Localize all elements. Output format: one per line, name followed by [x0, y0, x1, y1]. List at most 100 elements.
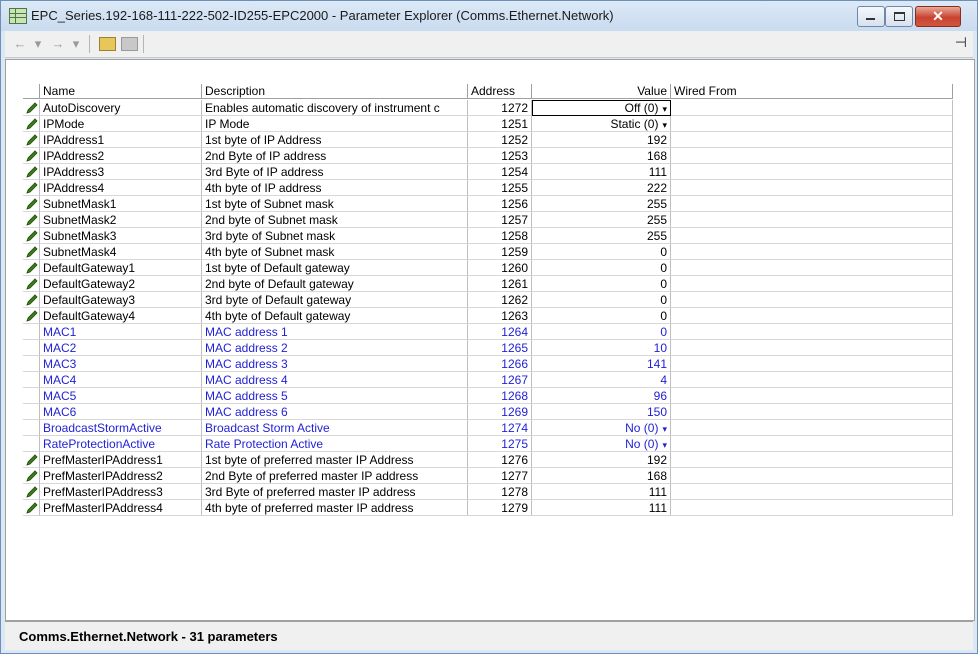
dropdown-arrow-icon[interactable]: ▾	[662, 424, 667, 434]
parameter-description[interactable]: Broadcast Storm Active	[202, 420, 468, 436]
dropdown-arrow-icon[interactable]: ▾	[662, 104, 667, 114]
wired-from-cell[interactable]	[671, 292, 953, 308]
parameter-address[interactable]: 1260	[468, 260, 532, 276]
parameter-description[interactable]: 2nd byte of Default gateway	[202, 276, 468, 292]
wired-from-cell[interactable]	[671, 164, 953, 180]
table-row[interactable]: SubnetMask3 3rd byte of Subnet mask 1258 25…	[23, 228, 953, 244]
parameter-name[interactable]: SubnetMask1	[40, 196, 202, 212]
table-row[interactable]: DefaultGateway4 4th byte of Default gatew…	[23, 308, 953, 324]
wired-from-cell[interactable]	[671, 436, 953, 452]
value-field[interactable]: 111	[532, 500, 671, 516]
parameter-description[interactable]: 4th byte of preferred master IP address	[202, 500, 468, 516]
parameter-name[interactable]: PrefMasterIPAddress3	[40, 484, 202, 500]
wired-from-cell[interactable]	[671, 404, 953, 420]
forward-arrow-icon[interactable]: →	[51, 35, 65, 53]
wired-from-cell[interactable]	[671, 228, 953, 244]
parameter-name[interactable]: MAC3	[40, 356, 202, 372]
parameter-description[interactable]: MAC address 2	[202, 340, 468, 356]
parameter-address[interactable]: 1265	[468, 340, 532, 356]
parameter-address[interactable]: 1251	[468, 116, 532, 132]
value-dropdown[interactable]: No (0) ▾	[532, 420, 671, 436]
value-field[interactable]: 10	[532, 340, 671, 356]
parameter-name[interactable]: BroadcastStormActive	[40, 420, 202, 436]
value-field[interactable]: 0	[532, 260, 671, 276]
wired-from-cell[interactable]	[671, 484, 953, 500]
value-field[interactable]: 192	[532, 132, 671, 148]
table-row[interactable]: MAC3 MAC address 3 1266 141	[23, 356, 953, 372]
table-row[interactable]: IPAddress2 2nd Byte of IP address 1253 168	[23, 148, 953, 164]
parameter-address[interactable]: 1253	[468, 148, 532, 164]
parameter-name[interactable]: IPAddress2	[40, 148, 202, 164]
value-dropdown[interactable]: Off (0) ▾	[532, 100, 671, 116]
parameter-name[interactable]: MAC6	[40, 404, 202, 420]
maximize-button[interactable]	[885, 6, 913, 27]
parameter-address[interactable]: 1256	[468, 196, 532, 212]
parameter-name[interactable]: AutoDiscovery	[40, 100, 202, 116]
wired-from-cell[interactable]	[671, 196, 953, 212]
value-field[interactable]: 255	[532, 196, 671, 212]
parameter-address[interactable]: 1262	[468, 292, 532, 308]
parameter-address[interactable]: 1269	[468, 404, 532, 420]
wired-from-cell[interactable]	[671, 100, 953, 116]
value-field[interactable]: 192	[532, 452, 671, 468]
parameter-name[interactable]: MAC2	[40, 340, 202, 356]
parameter-address[interactable]: 1267	[468, 372, 532, 388]
parameter-description[interactable]: 1st byte of preferred master IP Address	[202, 452, 468, 468]
folder-up-icon[interactable]	[99, 37, 116, 51]
value-field[interactable]: 0	[532, 244, 671, 260]
value-dropdown[interactable]: No (0) ▾	[532, 436, 671, 452]
parameter-name[interactable]: IPAddress3	[40, 164, 202, 180]
parameter-address[interactable]: 1275	[468, 436, 532, 452]
wired-from-cell[interactable]	[671, 468, 953, 484]
parameter-description[interactable]: 3rd Byte of preferred master IP address	[202, 484, 468, 500]
wired-from-cell[interactable]	[671, 308, 953, 324]
wired-from-cell[interactable]	[671, 212, 953, 228]
parameter-address[interactable]: 1254	[468, 164, 532, 180]
parameter-name[interactable]: DefaultGateway4	[40, 308, 202, 324]
back-arrow-icon[interactable]: ←	[13, 35, 27, 53]
table-row[interactable]: SubnetMask4 4th byte of Subnet mask 1259 0	[23, 244, 953, 260]
value-field[interactable]: 111	[532, 164, 671, 180]
parameter-name[interactable]: RateProtectionActive	[40, 436, 202, 452]
table-row[interactable]: PrefMasterIPAddress2 2nd Byte of preferre…	[23, 468, 953, 484]
parameter-address[interactable]: 1278	[468, 484, 532, 500]
value-field[interactable]: 255	[532, 212, 671, 228]
header-name[interactable]: Name	[40, 84, 202, 99]
table-row[interactable]: IPAddress4 4th byte of IP address 1255 222	[23, 180, 953, 196]
value-field[interactable]: 0	[532, 324, 671, 340]
value-field[interactable]: 168	[532, 148, 671, 164]
wired-from-cell[interactable]	[671, 372, 953, 388]
table-row[interactable]: MAC1 MAC address 1 1264 0	[23, 324, 953, 340]
folder-icon[interactable]	[121, 37, 138, 51]
wired-from-cell[interactable]	[671, 388, 953, 404]
table-row[interactable]: MAC4 MAC address 4 1267 4	[23, 372, 953, 388]
table-row[interactable]: MAC2 MAC address 2 1265 10	[23, 340, 953, 356]
parameter-description[interactable]: 4th byte of Subnet mask	[202, 244, 468, 260]
value-field[interactable]: 0	[532, 292, 671, 308]
table-row[interactable]: SubnetMask2 2nd byte of Subnet mask 1257 25…	[23, 212, 953, 228]
parameter-name[interactable]: SubnetMask3	[40, 228, 202, 244]
parameter-name[interactable]: PrefMasterIPAddress1	[40, 452, 202, 468]
table-row[interactable]: IPAddress3 3rd Byte of IP address 1254 111	[23, 164, 953, 180]
wired-from-cell[interactable]	[671, 356, 953, 372]
value-field[interactable]: 96	[532, 388, 671, 404]
parameter-description[interactable]: MAC address 4	[202, 372, 468, 388]
dropdown-arrow-icon[interactable]: ▾	[662, 120, 667, 130]
parameter-description[interactable]: 2nd Byte of preferred master IP address	[202, 468, 468, 484]
parameter-name[interactable]: IPAddress1	[40, 132, 202, 148]
parameter-address[interactable]: 1268	[468, 388, 532, 404]
header-address[interactable]: Address	[468, 84, 532, 99]
table-row[interactable]: IPAddress1 1st byte of IP Address 1252 192	[23, 132, 953, 148]
forward-dropdown-icon[interactable]: ▾	[71, 35, 81, 53]
value-field[interactable]: 222	[532, 180, 671, 196]
wired-from-cell[interactable]	[671, 452, 953, 468]
parameter-description[interactable]: 4th byte of Default gateway	[202, 308, 468, 324]
parameter-description[interactable]: Enables automatic discovery of instrumen…	[202, 100, 468, 116]
table-row[interactable]: DefaultGateway1 1st byte of Default gatew…	[23, 260, 953, 276]
parameter-address[interactable]: 1258	[468, 228, 532, 244]
parameter-address[interactable]: 1272	[468, 100, 532, 116]
table-row[interactable]: SubnetMask1 1st byte of Subnet mask 1256 25…	[23, 196, 953, 212]
table-row[interactable]: BroadcastStormActive Broadcast Storm Acti…	[23, 420, 953, 436]
header-wired-from[interactable]: Wired From	[671, 84, 953, 99]
wired-from-cell[interactable]	[671, 420, 953, 436]
